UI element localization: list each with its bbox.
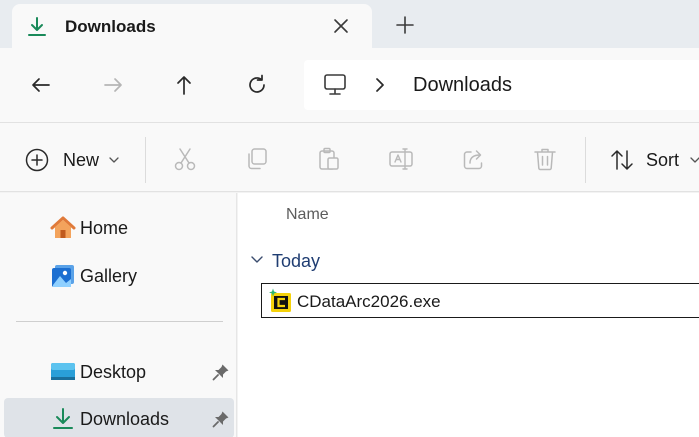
sort-button[interactable]: Sort [609,145,699,173]
chevron-down-icon [690,157,699,163]
command-bar: New Sort [0,122,699,192]
chevron-right-icon[interactable] [372,76,388,94]
sidebar-item-label: Desktop [80,362,147,382]
refresh-icon[interactable] [245,73,269,97]
rename-icon[interactable] [388,146,414,172]
table-row[interactable]: CDataArc2026.exe [261,283,699,318]
new-tab-plus-icon[interactable] [394,14,416,36]
share-icon[interactable] [461,146,487,172]
breadcrumb-downloads[interactable]: Downloads [413,74,512,97]
sidebar-item-home[interactable]: Home [4,207,234,247]
tab-downloads[interactable]: Downloads [12,4,372,48]
home-icon [50,216,76,238]
gallery-icon [52,265,74,287]
column-header-name[interactable]: Name [286,206,329,224]
copy-icon[interactable] [244,146,270,172]
delete-trash-icon[interactable] [532,146,558,172]
download-icon [28,17,46,36]
tab-title: Downloads [65,17,156,36]
file-list: Name Today CDataArc2026.exe [238,193,699,437]
sidebar-item-label: Gallery [80,266,138,286]
navigation-bar: Downloads [0,48,699,122]
navigation-pane: Home Gallery Desktop Downloads [0,193,237,437]
download-icon [53,408,73,429]
toolbar-divider [145,137,146,183]
chevron-down-icon [109,157,119,163]
back-arrow-icon[interactable] [29,73,53,97]
sidebar-item-label: Home [80,218,129,238]
sidebar-item-gallery[interactable]: Gallery [4,255,234,295]
sidebar-item-label: Downloads [80,409,170,429]
toolbar-divider [585,137,586,183]
close-icon[interactable] [330,15,352,37]
paste-icon[interactable] [316,146,342,172]
sort-arrows-icon [611,150,633,170]
file-name: CDataArc2026.exe [297,292,441,311]
sidebar-item-downloads[interactable]: Downloads [4,398,234,437]
forward-arrow-icon[interactable] [101,73,125,97]
chevron-down-icon[interactable] [250,254,264,266]
this-pc-icon[interactable] [322,72,348,98]
pin-icon[interactable] [212,410,230,428]
plus-circle-icon [25,148,49,172]
sidebar-item-desktop[interactable]: Desktop [4,351,234,391]
exe-file-icon [269,288,291,312]
sort-button-label: Sort [646,150,680,170]
address-bar[interactable]: Downloads [304,60,699,110]
up-arrow-icon[interactable] [172,73,196,97]
group-header-today[interactable]: Today [272,251,320,272]
sidebar-divider [16,321,223,322]
pin-icon[interactable] [212,363,230,381]
new-button-label: New [63,150,100,170]
cut-icon[interactable] [172,146,198,172]
tab-strip: Downloads [0,0,699,48]
desktop-icon [51,363,75,380]
